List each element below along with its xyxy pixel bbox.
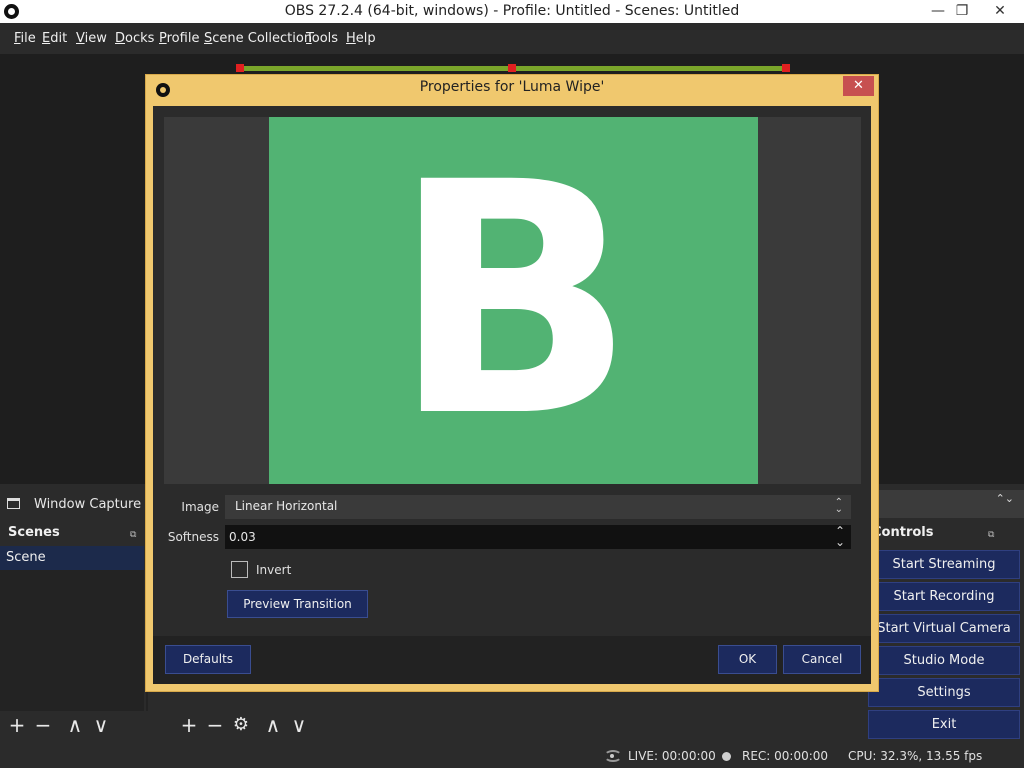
status-bar: LIVE: 00:00:00 REC: 00:00:00 CPU: 32.3%,… [0, 744, 1024, 768]
menu-docks[interactable]: Docks [115, 31, 154, 46]
scenes-toolbar: + − ∧ ∨ [0, 714, 144, 742]
dock-float-icon[interactable]: ⧉ [130, 530, 136, 540]
softness-spinbox[interactable]: 0.03 ⌃ ⌄ [225, 525, 851, 549]
menu-file[interactable]: File [14, 31, 36, 46]
move-source-up-button[interactable]: ∧ [262, 714, 284, 738]
scenes-dock-title: Scenes [8, 525, 60, 540]
exit-button[interactable]: Exit [868, 710, 1020, 739]
start-streaming-button[interactable]: Start Streaming [868, 550, 1020, 579]
image-select[interactable]: Linear Horizontal ⌃ ⌄ [225, 495, 851, 519]
scenes-list[interactable]: Scene [0, 546, 144, 711]
controls-dock-title: Controls [872, 525, 934, 540]
softness-label: Softness [167, 530, 219, 544]
window-title: OBS 27.2.4 (64-bit, windows) - Profile: … [284, 3, 740, 19]
chevron-updown-icon: ⌃ ⌄ [834, 497, 843, 515]
move-scene-up-button[interactable]: ∧ [64, 714, 86, 738]
sources-toolbar: + − ⚙ ∧ ∨ [176, 714, 346, 742]
dialog-body: B Image Linear Horizontal ⌃ ⌄ Softness 0.… [153, 106, 871, 684]
menu-bar: File Edit View Docks Profile Scene Colle… [0, 23, 1024, 54]
dock-float-icon[interactable]: ⧉ [988, 530, 994, 540]
menu-help[interactable]: Help [346, 31, 376, 46]
cancel-button[interactable]: Cancel [783, 645, 861, 674]
move-source-down-button[interactable]: ∨ [288, 714, 310, 738]
image-value: Linear Horizontal [235, 499, 338, 513]
luma-wipe-image: B [269, 117, 758, 484]
resize-handle[interactable] [508, 64, 516, 72]
defaults-button[interactable]: Defaults [165, 645, 251, 674]
record-dot-icon [722, 752, 731, 761]
cpu-usage: CPU: 32.3%, 13.55 fps [848, 749, 983, 763]
remove-scene-button[interactable]: − [32, 714, 54, 738]
start-virtual-camera-button[interactable]: Start Virtual Camera [868, 614, 1020, 643]
image-label: Image [181, 500, 219, 514]
scene-item[interactable]: Scene [0, 546, 144, 570]
resize-handle[interactable] [236, 64, 244, 72]
studio-mode-button[interactable]: Studio Mode [868, 646, 1020, 675]
add-scene-button[interactable]: + [6, 714, 28, 738]
transition-preview: B [164, 117, 861, 484]
dialog-footer: Defaults OK Cancel [153, 636, 871, 684]
invert-checkbox[interactable] [231, 561, 248, 578]
dialog-close-button[interactable]: ✕ [843, 76, 874, 96]
live-timer: LIVE: 00:00:00 [628, 749, 716, 763]
window-capture-icon [7, 498, 20, 509]
menu-profile[interactable]: Profile [159, 31, 199, 46]
settings-button[interactable]: Settings [868, 678, 1020, 707]
resize-handle[interactable] [782, 64, 790, 72]
properties-dialog: Properties for 'Luma Wipe' ✕ B Image Lin… [145, 74, 879, 692]
menu-scene-collection[interactable]: Scene Collection [204, 31, 312, 46]
restore-button[interactable]: ❐ [945, 0, 979, 23]
menu-edit[interactable]: Edit [42, 31, 67, 46]
start-recording-button[interactable]: Start Recording [868, 582, 1020, 611]
softness-value: 0.03 [229, 530, 256, 544]
add-source-button[interactable]: + [178, 714, 200, 738]
preview-transition-button[interactable]: Preview Transition [227, 590, 368, 618]
invert-label: Invert [256, 563, 292, 577]
properties-form: Image Linear Horizontal ⌃ ⌄ Softness 0.03… [153, 487, 871, 633]
spin-arrows-icon[interactable]: ⌃ ⌄ [835, 525, 845, 548]
window-title-bar: OBS 27.2.4 (64-bit, windows) - Profile: … [0, 0, 1024, 23]
menu-view[interactable]: View [76, 31, 107, 46]
close-window-button[interactable]: ✕ [983, 0, 1017, 23]
preview-letter: B [391, 114, 636, 487]
gear-icon[interactable]: ⚙ [230, 714, 252, 738]
ok-button[interactable]: OK [718, 645, 777, 674]
menu-tools[interactable]: Tools [306, 31, 338, 46]
remove-source-button[interactable]: − [204, 714, 226, 738]
combo-arrows-icon: ⌃⌄ [995, 492, 1014, 505]
live-broadcast-icon [604, 750, 622, 762]
window-select-combo[interactable]: ⌃⌄ [878, 490, 1024, 518]
source-name: Window Capture [34, 497, 142, 512]
move-scene-down-button[interactable]: ∨ [90, 714, 112, 738]
rec-timer: REC: 00:00:00 [742, 749, 829, 763]
dialog-title: Properties for 'Luma Wipe' [419, 79, 605, 95]
